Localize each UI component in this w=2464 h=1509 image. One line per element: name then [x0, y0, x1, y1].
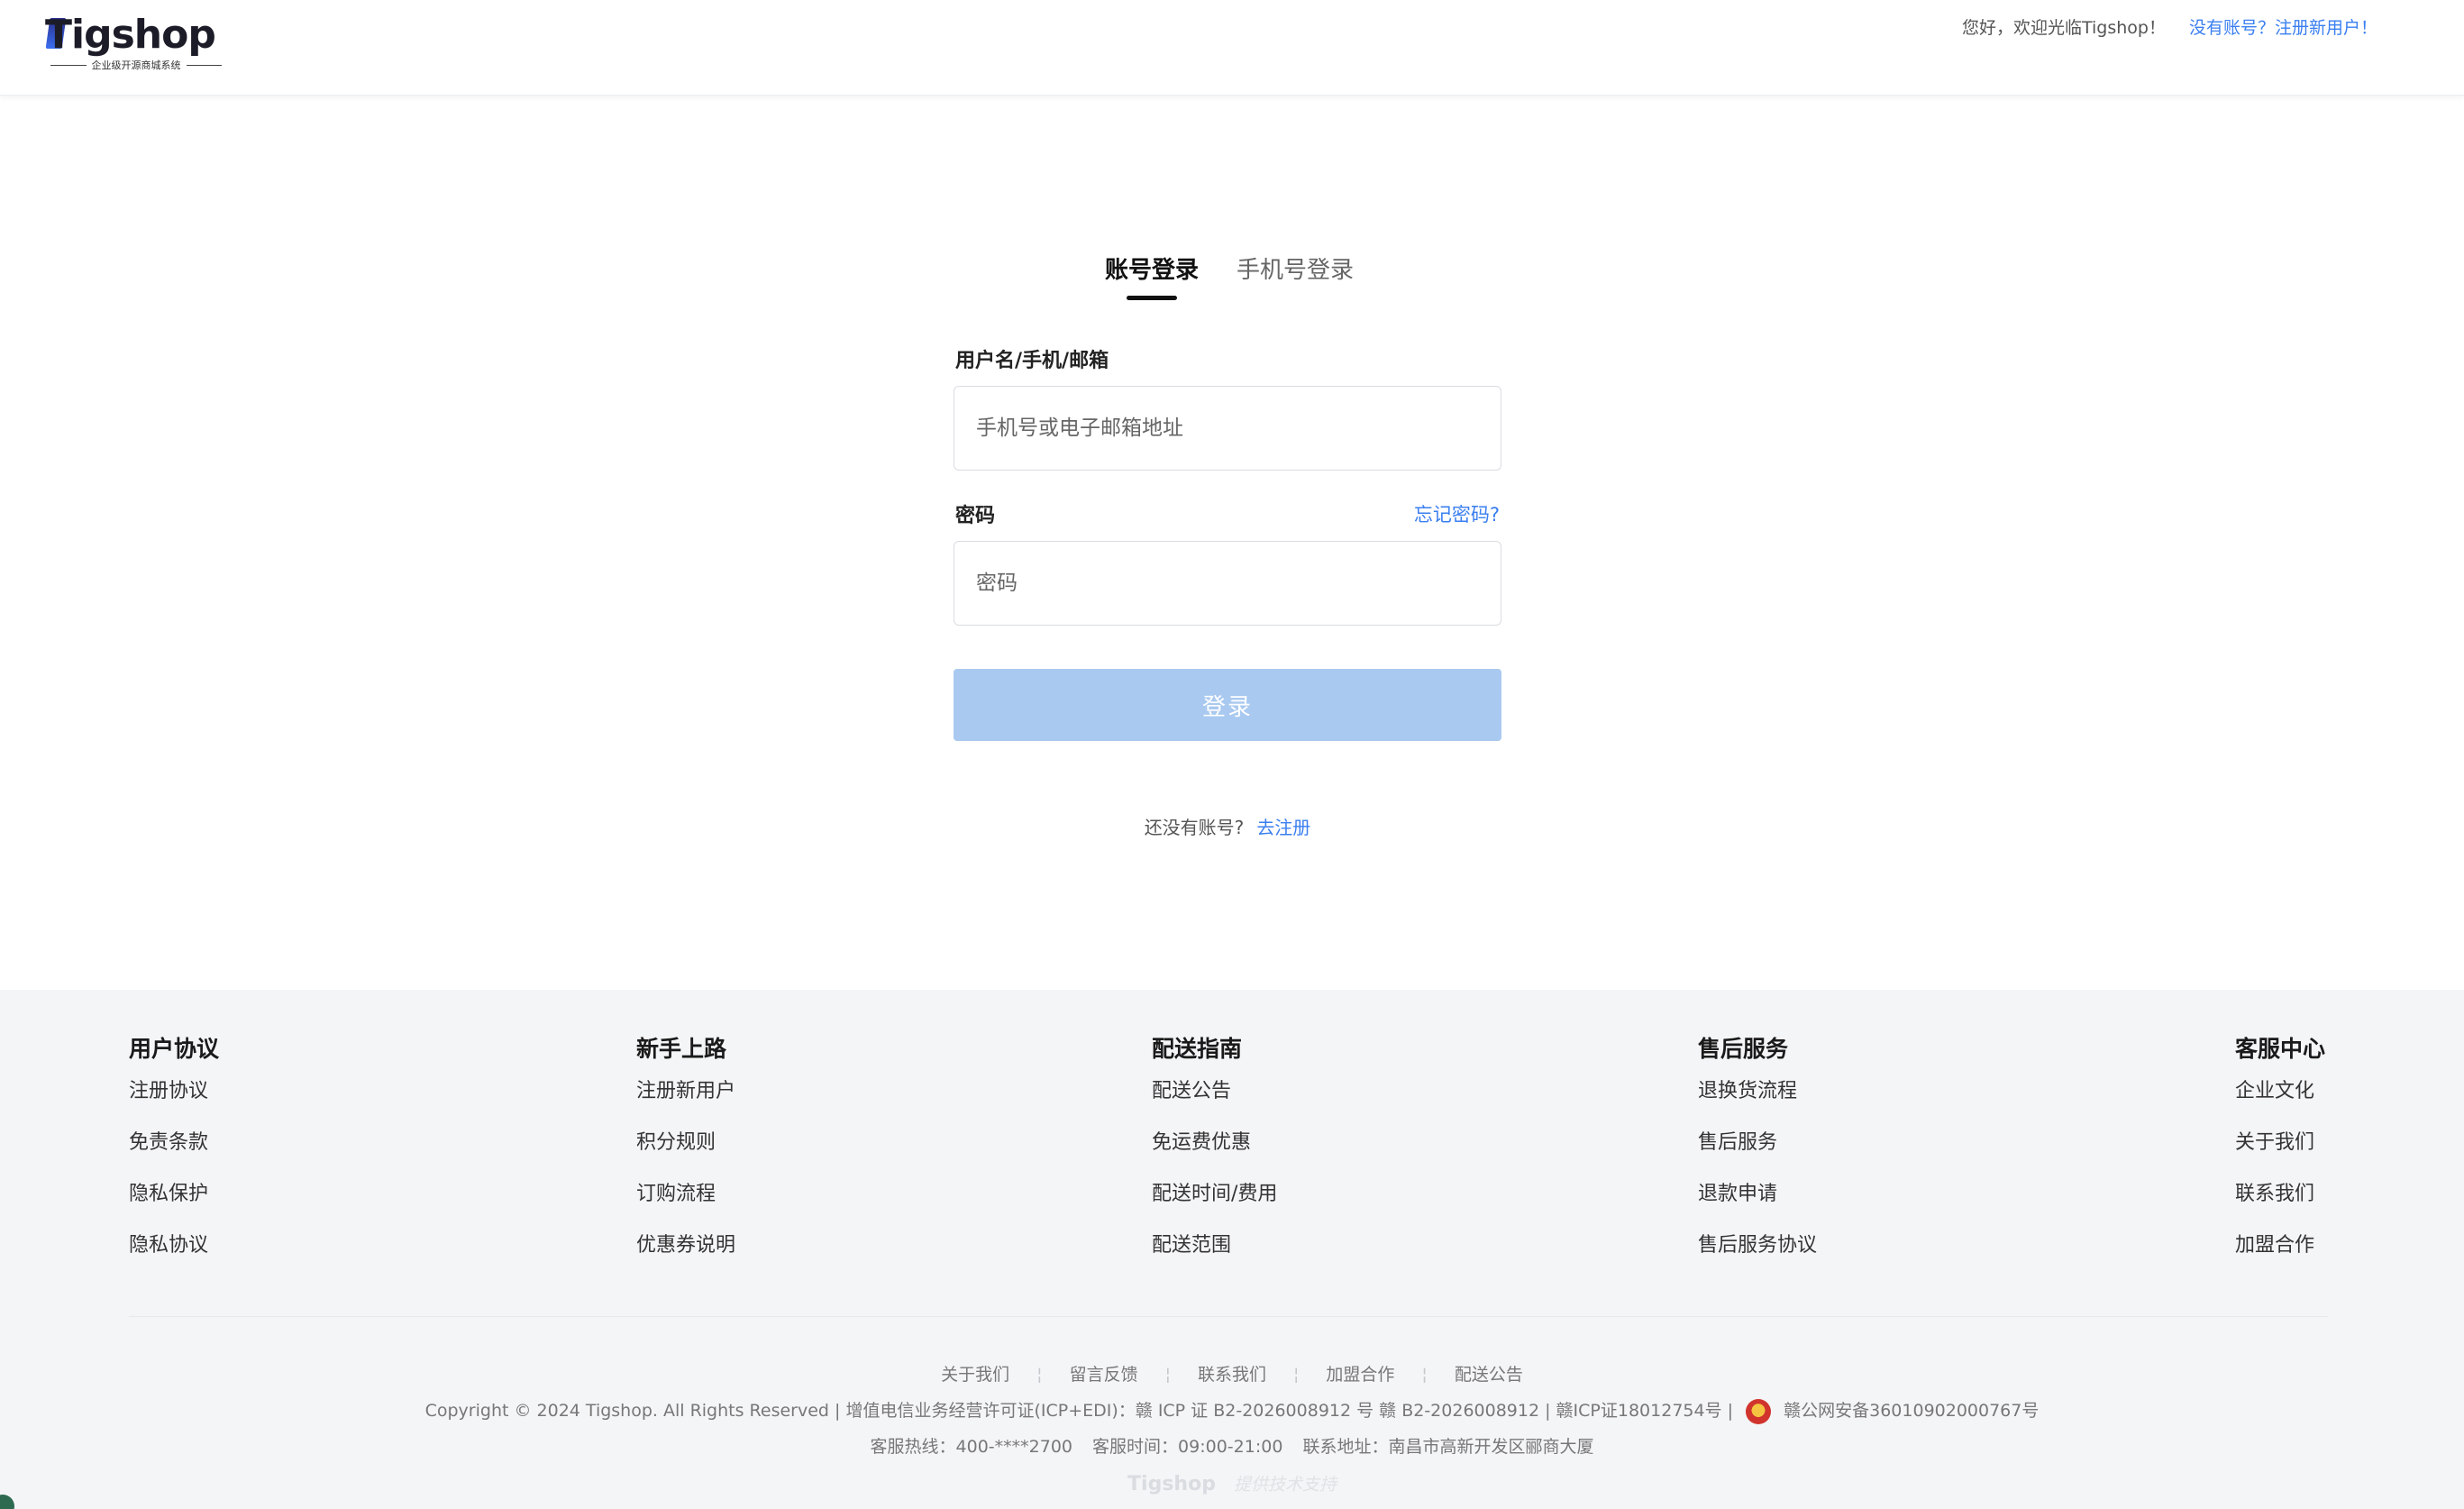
footer-link[interactable]: 隐私保护 [129, 1181, 219, 1208]
footer-col-title: 售后服务 [1698, 1036, 1789, 1062]
footer-col-delivery: 配送指南 配送公告 免运费优惠 配送时间/费用 配送范围 [1152, 1033, 1277, 1284]
footer-bottom-links: 关于我们 ¦ 留言反馈 ¦ 联系我们 ¦ 加盟合作 ¦ 配送公告 [0, 1361, 2464, 1386]
corner-decoration [0, 1495, 14, 1509]
tigshop-logo[interactable]: Tigshop 企业级开源商城系统 [45, 12, 225, 72]
powered-text: 提供技术支持 [1233, 1475, 1337, 1495]
bottom-link-delivery-notice[interactable]: 配送公告 [1428, 1365, 1550, 1385]
footer-link[interactable]: 注册协议 [129, 1078, 219, 1105]
page-footer: 用户协议 注册协议 免责条款 隐私保护 隐私协议 新手上路 注册新用户 积分规则… [0, 990, 2464, 1509]
footer-link[interactable]: 加盟合作 [2235, 1232, 2325, 1259]
login-form: 用户名/手机/邮箱 密码 忘记密码? 登录 还没有账号? 去注册 [954, 344, 1501, 839]
footer-link[interactable]: 联系我们 [2235, 1181, 2325, 1208]
footer-link[interactable]: 订购流程 [636, 1181, 735, 1208]
forgot-password-link[interactable]: 忘记密码? [1414, 500, 1500, 527]
footer-link[interactable]: 免责条款 [129, 1129, 219, 1157]
contact-info-line: 客服热线：400-****2700 客服时间：09:00-21:00 联系地址：… [0, 1433, 2464, 1458]
header-links: 您好，欢迎光临Tigshop！ 没有账号？注册新用户！ [1962, 16, 2377, 40]
footer-col-service-center: 客服中心 企业文化 关于我们 联系我们 加盟合作 [2235, 1033, 2325, 1284]
password-label: 密码 [955, 505, 996, 527]
footer-col-title: 用户协议 [129, 1036, 220, 1062]
tab-phone-login[interactable]: 手机号登录 [1237, 254, 1354, 287]
tab-account-login[interactable]: 账号登录 [1105, 254, 1199, 300]
footer-link[interactable]: 注册新用户 [636, 1078, 735, 1105]
footer-col-title: 新手上路 [636, 1036, 727, 1062]
footer-link[interactable]: 退款申请 [1698, 1181, 1817, 1208]
footer-link[interactable]: 配送时间/费用 [1152, 1181, 1277, 1208]
footer-col-user-agreement: 用户协议 注册协议 免责条款 隐私保护 隐私协议 [129, 1033, 219, 1284]
footer-col-title: 客服中心 [2235, 1036, 2326, 1062]
bottom-link-contact[interactable]: 联系我们 [1171, 1365, 1293, 1385]
password-label-row: 密码 忘记密码? [954, 499, 1501, 528]
footer-link[interactable]: 免运费优惠 [1152, 1129, 1277, 1157]
footer-link[interactable]: 配送公告 [1152, 1078, 1277, 1105]
top-header: Tigshop 企业级开源商城系统 您好，欢迎光临Tigshop！ 没有账号？注… [0, 0, 2464, 96]
bottom-link-about[interactable]: 关于我们 [914, 1365, 1036, 1385]
powered-by: Tigshop 提供技术支持 [0, 1471, 2464, 1495]
footer-col-title: 配送指南 [1152, 1036, 1243, 1062]
address-text: 联系地址：南昌市高新开发区郦商大厦 [1302, 1437, 1594, 1457]
footer-link[interactable]: 优惠券说明 [636, 1232, 735, 1259]
footer-col-after-sales: 售后服务 退换货流程 售后服务 退款申请 售后服务协议 [1698, 1033, 1817, 1284]
username-label-row: 用户名/手机/邮箱 [954, 344, 1501, 373]
no-account-text: 还没有账号? [1144, 817, 1245, 838]
logo-tagline: 企业级开源商城系统 [50, 58, 222, 72]
bottom-link-feedback[interactable]: 留言反馈 [1043, 1365, 1165, 1385]
powered-brand-logo: Tigshop [1127, 1473, 1216, 1495]
footer-link[interactable]: 售后服务 [1698, 1129, 1817, 1157]
footer-link[interactable]: 企业文化 [2235, 1078, 2325, 1105]
footer-link[interactable]: 售后服务协议 [1698, 1232, 1817, 1259]
copyright-line: Copyright © 2024 Tigshop. All Rights Res… [0, 1397, 2464, 1424]
password-input[interactable] [954, 541, 1501, 626]
footer-link[interactable]: 积分规则 [636, 1129, 735, 1157]
username-label: 用户名/手机/邮箱 [955, 350, 1109, 372]
footer-link[interactable]: 隐私协议 [129, 1232, 219, 1259]
welcome-text: 您好，欢迎光临Tigshop！ [1961, 18, 2166, 38]
hotline-text: 客服热线：400-****2700 [870, 1437, 1072, 1457]
service-time-text: 客服时间：09:00-21:00 [1092, 1437, 1283, 1457]
register-link[interactable]: 没有账号？注册新用户！ [2189, 16, 2377, 40]
bottom-link-franchise[interactable]: 加盟合作 [1299, 1365, 1421, 1385]
police-badge-icon [1746, 1398, 1772, 1424]
logo-wordmark: Tigshop [45, 12, 216, 58]
go-register-link[interactable]: 去注册 [1256, 817, 1310, 838]
login-tabs: 账号登录 手机号登录 [1105, 254, 1354, 300]
footer-link[interactable]: 配送范围 [1152, 1232, 1277, 1259]
footer-link[interactable]: 退换货流程 [1698, 1078, 1817, 1105]
footer-divider [129, 1316, 2328, 1317]
login-button[interactable]: 登录 [954, 669, 1501, 741]
footer-link[interactable]: 关于我们 [2235, 1129, 2325, 1157]
footer-col-newbie: 新手上路 注册新用户 积分规则 订购流程 优惠券说明 [636, 1033, 735, 1284]
username-input[interactable] [954, 386, 1501, 471]
signup-prompt: 还没有账号? 去注册 [954, 813, 1501, 839]
copyright-text: Copyright © 2024 Tigshop. All Rights Res… [424, 1401, 1734, 1421]
footer-columns: 用户协议 注册协议 免责条款 隐私保护 隐私协议 新手上路 注册新用户 积分规则… [129, 1033, 2328, 1258]
police-record-link[interactable]: 赣公网安备36010902000767号 [1784, 1401, 2039, 1421]
active-tab-indicator [1127, 296, 1178, 300]
